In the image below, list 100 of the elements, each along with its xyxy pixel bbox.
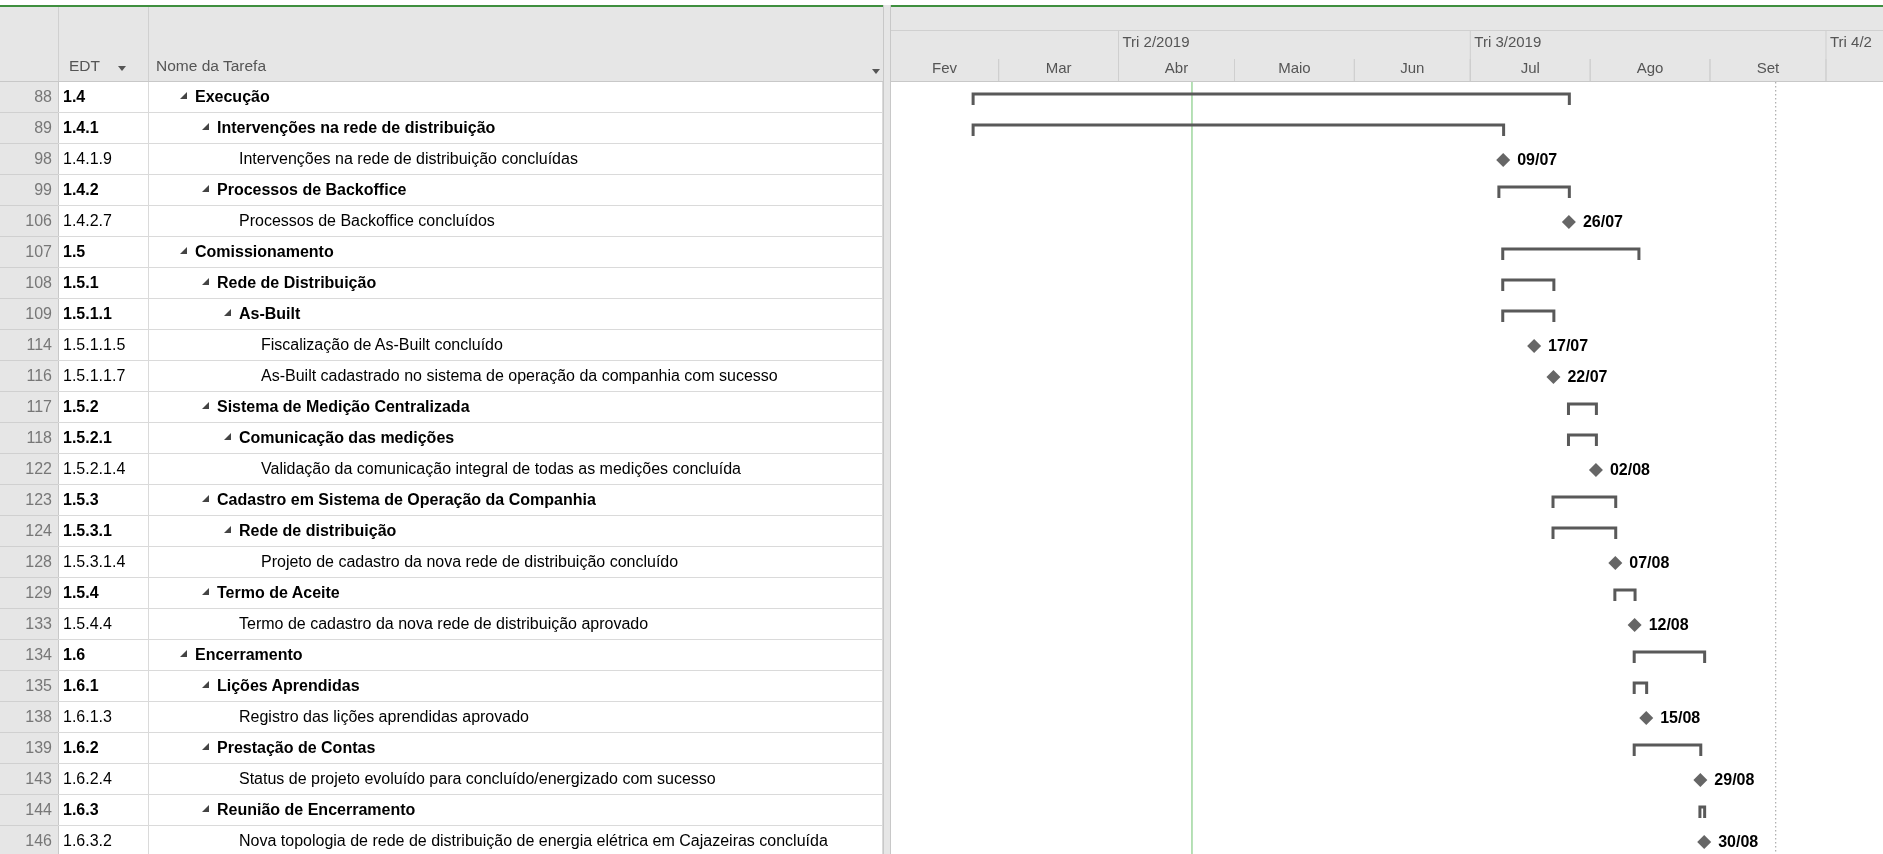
wbs-cell: 1.4.1 (58, 113, 148, 143)
expanded-icon[interactable] (201, 277, 210, 286)
milestone-diamond (1608, 556, 1623, 570)
row-number: 122 (0, 454, 58, 485)
expanded-icon[interactable] (201, 587, 210, 596)
row-number: 117 (0, 392, 58, 423)
summary-bar (1551, 526, 1618, 539)
row-number: 129 (0, 578, 58, 609)
row-number: 146 (0, 826, 58, 854)
summary-bar (1632, 681, 1649, 694)
wbs-cell: 1.5.1.1.7 (58, 361, 148, 391)
caret-icon (872, 69, 880, 74)
column-header[interactable]: EDT (58, 7, 148, 81)
milestone-date: 26/07 (1582, 213, 1623, 230)
milestone-date: 29/08 (1714, 771, 1755, 788)
wbs-cell: 1.5.3.1 (58, 516, 148, 546)
expanded-icon[interactable] (223, 308, 232, 317)
wbs-cell: 1.4 (58, 82, 148, 112)
month-label: Ago (1636, 59, 1664, 76)
month-label: Maio (1278, 59, 1311, 76)
wbs-cell: 1.5.2.1.4 (58, 454, 148, 484)
quarter-label: Tri 3/2019 (1474, 33, 1542, 50)
wbs-cell: 1.5.3 (58, 485, 148, 515)
row-number: 106 (0, 206, 58, 237)
task-name: As-Built cadastrado no sistema de operação da companhia com sucesso (261, 367, 778, 385)
expanded-icon[interactable] (201, 184, 210, 193)
task-name: Execução (195, 88, 270, 106)
milestone-date: 12/08 (1648, 616, 1689, 633)
expanded-icon[interactable] (179, 246, 188, 255)
summary-bar (1566, 433, 1598, 446)
milestone-diamond (1697, 835, 1712, 849)
row-number: 128 (0, 547, 58, 578)
wbs-cell: 1.5.4.4 (58, 609, 148, 639)
milestone-diamond (1627, 618, 1642, 632)
task-name: Rede de Distribuição (217, 274, 377, 292)
expanded-icon[interactable] (201, 742, 210, 751)
expanded-icon[interactable] (201, 804, 210, 813)
expanded-icon[interactable] (201, 680, 210, 689)
wbs-cell: 1.6.3.2 (58, 826, 148, 854)
task-name: Validação da comunicação integral de todas as medições concluída (261, 460, 741, 478)
row-number: 124 (0, 516, 58, 547)
row-number: 88 (0, 82, 58, 113)
task-name: Processos de Backoffice concluídos (239, 212, 495, 230)
task-name: Processos de Backoffice (217, 181, 407, 199)
task-name: Fiscalização de As-Built concluído (261, 336, 503, 354)
caret-icon (118, 66, 126, 71)
month-label: Mar (1045, 59, 1072, 76)
expanded-icon[interactable] (201, 401, 210, 410)
task-name: Comunicação das medições (239, 429, 455, 447)
milestone-date: 02/08 (1609, 461, 1650, 478)
row-number: 139 (0, 733, 58, 764)
task-name: Comissionamento (195, 243, 334, 261)
row-number: 134 (0, 640, 58, 671)
milestone-diamond (1496, 153, 1511, 167)
wbs-cell: 1.5 (58, 237, 148, 267)
wbs-cell: 1.6.1.3 (58, 702, 148, 732)
milestone-date: 15/08 (1660, 709, 1701, 726)
milestone-date: 22/07 (1567, 368, 1608, 385)
task-name: Encerramento (195, 646, 303, 664)
expanded-icon[interactable] (201, 494, 210, 503)
milestone-diamond (1639, 711, 1654, 725)
row-number: 143 (0, 764, 58, 795)
wbs-cell: 1.5.3.1.4 (58, 547, 148, 577)
task-name: Registro das lições aprendidas aprovado (239, 708, 529, 726)
row-number: 114 (0, 330, 58, 361)
task-name: Reunião de Encerramento (217, 801, 416, 819)
milestone-date: 17/07 (1548, 337, 1589, 354)
wbs-cell: 1.4.2.7 (58, 206, 148, 236)
wbs-cell: 1.5.2.1 (58, 423, 148, 453)
expanded-icon[interactable] (223, 432, 232, 441)
expanded-icon[interactable] (201, 122, 210, 131)
summary-bar (1613, 588, 1637, 601)
row-number: 109 (0, 299, 58, 330)
task-name: Termo de cadastro da nova rede de distribuição aprovado (239, 615, 649, 633)
wbs-cell: 1.5.4 (58, 578, 148, 608)
task-name: Intervenções na rede de distribuição (217, 119, 496, 137)
wbs-cell: 1.5.1.1 (58, 299, 148, 329)
row-number: 123 (0, 485, 58, 516)
task-name: Nova topologia de rede de distribuição de energia elétrica em Cajazeiras concluída (239, 832, 828, 850)
expanded-icon[interactable] (179, 91, 188, 100)
wbs-cell: 1.6.3 (58, 795, 148, 825)
row-number: 107 (0, 237, 58, 268)
wbs-cell: 1.4.1.9 (58, 144, 148, 174)
expanded-icon[interactable] (223, 525, 232, 534)
row-number: 99 (0, 175, 58, 206)
row-number: 144 (0, 795, 58, 826)
summary-bar (1698, 805, 1707, 818)
milestone-date: 30/08 (1718, 833, 1759, 850)
row-number: 89 (0, 113, 58, 144)
wbs-cell: 1.6.1 (58, 671, 148, 701)
milestone-diamond (1693, 773, 1708, 787)
summary-bar (1501, 309, 1556, 322)
wbs-cell: 1.5.1 (58, 268, 148, 298)
row-number: 133 (0, 609, 58, 640)
milestone-diamond (1588, 463, 1603, 477)
milestone-diamond (1561, 215, 1576, 229)
task-name: Status de projeto evoluído para concluído/energizado com sucesso (239, 770, 716, 788)
wbs-cell: 1.6.2.4 (58, 764, 148, 794)
expanded-icon[interactable] (179, 649, 188, 658)
task-name: Prestação de Contas (217, 739, 376, 757)
